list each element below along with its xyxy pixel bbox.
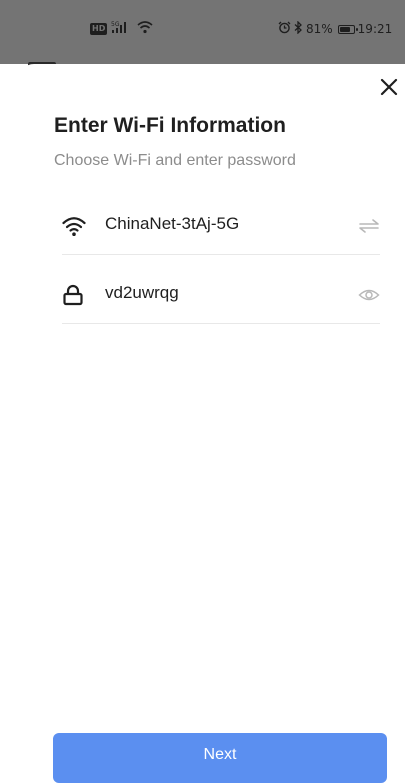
page-subtitle: Choose Wi-Fi and enter password bbox=[54, 152, 296, 169]
status-bar-right: 81% 19:21 bbox=[278, 20, 393, 37]
close-icon bbox=[380, 78, 398, 96]
next-button[interactable]: Next bbox=[53, 733, 387, 783]
wifi-network-field[interactable]: ChinaNet-3tAj-5G bbox=[62, 197, 380, 255]
clock-time: 19:21 bbox=[357, 22, 393, 36]
page-title: Enter Wi-Fi Information bbox=[54, 114, 286, 137]
battery-level-fill bbox=[339, 26, 351, 32]
wifi-status-icon bbox=[137, 20, 153, 39]
close-button[interactable] bbox=[378, 76, 400, 98]
wifi-network-name: ChinaNet-3tAj-5G bbox=[105, 214, 240, 233]
status-bar-left: HD 5G bbox=[90, 21, 153, 37]
password-value: vd2uwrqg bbox=[105, 283, 179, 302]
hd-icon: HD bbox=[90, 23, 108, 35]
eye-icon[interactable] bbox=[358, 286, 380, 304]
bluetooth-icon bbox=[294, 20, 303, 37]
password-field[interactable]: vd2uwrqg bbox=[62, 266, 380, 324]
signal-icon: 5G bbox=[111, 20, 133, 39]
network-type-label: 5G bbox=[111, 21, 120, 28]
battery-icon bbox=[337, 24, 358, 34]
lock-icon bbox=[62, 284, 84, 306]
wifi-icon bbox=[62, 215, 86, 237]
battery-percent: 81% bbox=[306, 22, 333, 36]
status-bar: HD 5G 81% 19:21 bbox=[0, 0, 405, 64]
wifi-info-sheet bbox=[18, 64, 405, 773]
switch-network-icon[interactable] bbox=[358, 217, 380, 235]
alarm-icon bbox=[278, 21, 291, 37]
